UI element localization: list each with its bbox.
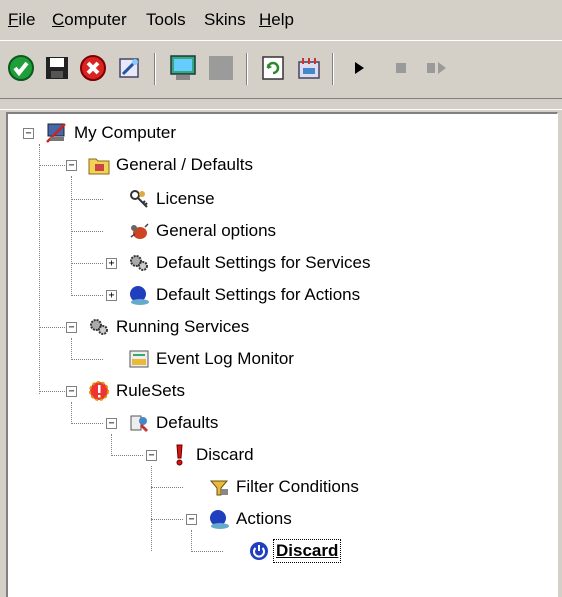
tree-line xyxy=(71,176,72,294)
event-log-icon xyxy=(126,346,152,372)
tree-node-label: RuleSets xyxy=(116,381,185,400)
tree-node-label: My Computer xyxy=(74,123,177,142)
expand-toggle[interactable]: + xyxy=(106,290,117,301)
menu-file-accel: F xyxy=(8,10,19,29)
tree-line xyxy=(151,519,183,520)
menu-computer[interactable]: Computer xyxy=(48,10,131,30)
globe-actions-icon xyxy=(126,282,152,308)
expand-toggle[interactable]: + xyxy=(106,258,117,269)
menu-file-rest: ile xyxy=(18,10,36,29)
tree-line xyxy=(71,263,103,264)
exclamation-icon xyxy=(166,442,192,468)
defaults-icon xyxy=(126,410,152,436)
tree-node-label: License xyxy=(156,189,215,208)
gears-icon xyxy=(86,314,112,340)
wizard-icon[interactable] xyxy=(112,51,146,85)
collapse-toggle[interactable]: − xyxy=(186,514,197,525)
menu-help[interactable]: Help xyxy=(255,10,298,30)
collapse-toggle[interactable]: − xyxy=(106,418,117,429)
stop-icon[interactable] xyxy=(384,51,418,85)
ruleset-icon xyxy=(86,378,112,404)
tree-line xyxy=(71,338,72,360)
tree-node-label: Filter Conditions xyxy=(236,477,359,496)
tree-line xyxy=(39,144,40,394)
tree-node-label: Event Log Monitor xyxy=(156,349,294,368)
gears-icon xyxy=(126,250,152,276)
menu-tools[interactable]: Tools xyxy=(142,10,190,30)
collapse-toggle[interactable]: − xyxy=(66,322,77,333)
toolbar-separator xyxy=(154,53,156,85)
menu-bar: File Computer Tools Skins Help xyxy=(0,0,562,40)
power-icon xyxy=(246,538,272,564)
tree-line xyxy=(71,199,103,200)
tree-view[interactable]: − − + + − − − − − My Computer General / … xyxy=(6,112,558,597)
toolbar xyxy=(0,40,562,99)
tree-node-label: General options xyxy=(156,221,277,240)
tree-line xyxy=(111,455,143,456)
toolbar-separator xyxy=(332,53,334,85)
collapse-toggle[interactable]: − xyxy=(23,128,34,139)
collapse-toggle[interactable]: − xyxy=(146,450,157,461)
tree-line xyxy=(71,402,72,424)
license-keys-icon xyxy=(126,186,152,212)
disabled-icon[interactable] xyxy=(204,51,238,85)
tree-node-label: Default Settings for Services xyxy=(156,253,371,272)
globe-actions-icon xyxy=(206,506,232,532)
play-icon[interactable] xyxy=(342,51,376,85)
config-icon[interactable] xyxy=(292,51,326,85)
bug-icon xyxy=(126,218,152,244)
tree-line xyxy=(191,551,223,552)
tree-line xyxy=(71,359,103,360)
refresh-icon[interactable] xyxy=(256,51,290,85)
menu-file[interactable]: File xyxy=(4,10,39,30)
menu-skins[interactable]: Skins xyxy=(200,10,250,30)
tree-line xyxy=(71,295,103,296)
collapse-toggle[interactable]: − xyxy=(66,386,77,397)
apply-check-icon[interactable] xyxy=(4,51,38,85)
menu-computer-rest: omputer xyxy=(64,10,127,29)
tree-node-label: Running Services xyxy=(116,317,250,336)
tree-node-label: Defaults xyxy=(156,413,219,432)
tree-node-label: Default Settings for Actions xyxy=(156,285,361,304)
toolbar-separator xyxy=(246,53,248,85)
step-icon[interactable] xyxy=(420,51,454,85)
menu-help-accel: H xyxy=(259,10,272,29)
computer-network-icon[interactable] xyxy=(166,51,200,85)
save-disk-icon[interactable] xyxy=(40,51,74,85)
collapse-toggle[interactable]: − xyxy=(66,160,77,171)
cancel-x-icon[interactable] xyxy=(76,51,110,85)
tree-line xyxy=(71,423,103,424)
tree-line xyxy=(111,434,112,456)
tree-line xyxy=(151,487,183,488)
tree-node-label: General / Defaults xyxy=(116,155,254,174)
tree-node-label-selected: Discard xyxy=(272,539,342,563)
tree-line xyxy=(191,530,192,552)
filter-icon xyxy=(206,474,232,500)
tree-node-label: Actions xyxy=(236,509,292,528)
menu-computer-accel: C xyxy=(52,10,65,29)
tree-line xyxy=(71,231,103,232)
folder-defaults-icon xyxy=(86,152,112,178)
toolbar-strip xyxy=(0,98,562,110)
menu-help-rest: elp xyxy=(271,10,294,29)
tree-node-label: Discard xyxy=(196,445,254,464)
computer-icon xyxy=(44,119,70,145)
tree-line xyxy=(151,466,152,551)
